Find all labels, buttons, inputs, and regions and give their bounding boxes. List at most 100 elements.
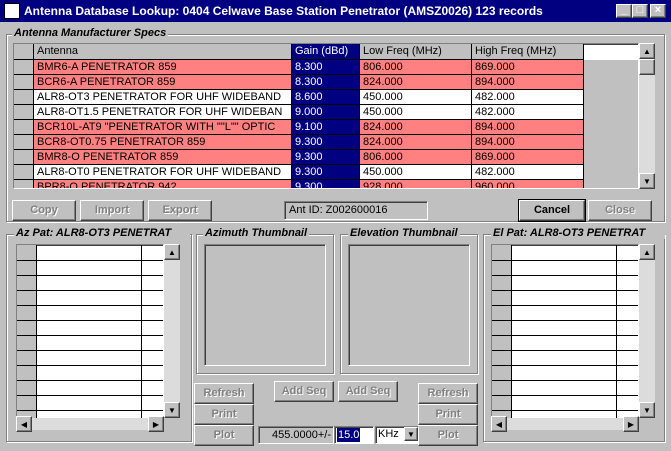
title-bar[interactable]: Antenna Database Lookup: 0404 Celwave Ba… bbox=[0, 0, 671, 22]
cell-antenna[interactable]: BCR6-A PENETRATOR 859 bbox=[34, 75, 292, 90]
refresh-left-button[interactable]: Refresh bbox=[194, 383, 254, 404]
row-selector[interactable] bbox=[14, 180, 34, 188]
cell-low[interactable]: 806.000 bbox=[360, 150, 472, 165]
cell-gain[interactable]: 9.000 bbox=[292, 105, 360, 120]
table-row[interactable]: BMR8-O PENETRATOR 859 9.300 806.000 869.000 bbox=[14, 150, 638, 165]
export-button[interactable]: Export bbox=[148, 200, 212, 221]
cell-antenna[interactable]: BCR10L-AT9 "PENETRATOR WITH ""L"" OPTIC bbox=[34, 120, 292, 135]
list-row-divider bbox=[492, 410, 638, 411]
cell-gain[interactable]: 9.300 bbox=[292, 135, 360, 150]
cancel-button[interactable]: Cancel bbox=[518, 199, 586, 222]
cell-high[interactable]: 869.000 bbox=[472, 150, 584, 165]
row-selector[interactable] bbox=[14, 105, 34, 120]
cell-gain[interactable]: 9.100 bbox=[292, 120, 360, 135]
refresh-right-button[interactable]: Refresh bbox=[418, 383, 478, 404]
cell-antenna[interactable]: BPR8-O PENETRATOR 942 bbox=[34, 180, 292, 188]
row-selector[interactable] bbox=[14, 135, 34, 150]
table-row[interactable]: BCR8-OT0.75 PENETRATOR 859 9.300 824.000 89… bbox=[14, 135, 638, 150]
table-row[interactable]: ALR8-OT3 PENETRATOR FOR UHF WIDEBAND 8.60… bbox=[14, 90, 638, 105]
table-row[interactable]: BPR8-O PENETRATOR 942 9.300 928.000 960.000 bbox=[14, 180, 638, 188]
az-scroll-down-icon[interactable]: ▼ bbox=[164, 402, 180, 418]
cell-antenna[interactable]: ALR8-OT3 PENETRATOR FOR UHF WIDEBAND bbox=[34, 90, 292, 105]
el-pat-table[interactable] bbox=[491, 244, 639, 430]
app-icon[interactable] bbox=[4, 3, 20, 19]
row-selector[interactable] bbox=[14, 60, 34, 75]
list-row-divider bbox=[17, 275, 163, 276]
add-seq-azimuth-button[interactable]: Add Seq bbox=[274, 381, 334, 402]
el-scroll-up-icon[interactable]: ▲ bbox=[639, 244, 655, 260]
scroll-up-icon[interactable]: ▲ bbox=[639, 43, 655, 59]
el-pat-hscrollbar[interactable]: ◀ ▶ bbox=[491, 416, 639, 432]
cell-gain[interactable]: 8.300 bbox=[292, 75, 360, 90]
row-selector[interactable] bbox=[14, 120, 34, 135]
row-selector[interactable] bbox=[14, 150, 34, 165]
cell-gain[interactable]: 9.300 bbox=[292, 180, 360, 188]
el-scroll-left-icon[interactable]: ◀ bbox=[491, 416, 507, 432]
table-row[interactable]: BCR10L-AT9 "PENETRATOR WITH ""L"" OPTIC 9… bbox=[14, 120, 638, 135]
az-scroll-left-icon[interactable]: ◀ bbox=[16, 416, 32, 432]
scroll-thumb[interactable] bbox=[639, 59, 655, 75]
cell-high[interactable]: 960.000 bbox=[472, 180, 584, 188]
antenna-specs-grid[interactable]: Antenna Gain (dBd) Low Freq (MHz) High F… bbox=[13, 43, 639, 189]
cell-low[interactable]: 928.000 bbox=[360, 180, 472, 188]
cell-antenna[interactable]: ALR8-OT0 PENETRATOR FOR UHF WIDEBAND bbox=[34, 165, 292, 180]
cell-antenna[interactable]: BMR6-A PENETRATOR 859 bbox=[34, 60, 292, 75]
cell-high[interactable]: 894.000 bbox=[472, 120, 584, 135]
row-selector[interactable] bbox=[14, 90, 34, 105]
az-pat-hscrollbar[interactable]: ◀ ▶ bbox=[16, 416, 164, 432]
scroll-down-icon[interactable]: ▼ bbox=[639, 173, 655, 189]
cell-gain[interactable]: 9.300 bbox=[292, 150, 360, 165]
el-scroll-right-icon[interactable]: ▶ bbox=[623, 416, 639, 432]
az-pat-scrollbar[interactable]: ▲ ▼ bbox=[164, 244, 180, 418]
row-selector[interactable] bbox=[14, 75, 34, 90]
print-left-button[interactable]: Print bbox=[194, 404, 254, 425]
cell-high[interactable]: 482.000 bbox=[472, 165, 584, 180]
cell-high[interactable]: 869.000 bbox=[472, 60, 584, 75]
plot-left-button[interactable]: Plot bbox=[194, 425, 254, 446]
table-row[interactable]: BMR6-A PENETRATOR 859 8.300 806.000 869.000 bbox=[14, 60, 638, 75]
row-selector[interactable] bbox=[14, 165, 34, 180]
cell-low[interactable]: 824.000 bbox=[360, 135, 472, 150]
cell-high[interactable]: 894.000 bbox=[472, 135, 584, 150]
column-header-antenna[interactable]: Antenna bbox=[34, 44, 292, 60]
cell-high[interactable]: 482.000 bbox=[472, 105, 584, 120]
az-pat-table[interactable] bbox=[16, 244, 164, 430]
table-row[interactable]: ALR8-OT1.5 PENETRATOR FOR UHF WIDEBAN 9.0… bbox=[14, 105, 638, 120]
cell-high[interactable]: 894.000 bbox=[472, 75, 584, 90]
import-button[interactable]: Import bbox=[80, 200, 144, 221]
cell-antenna[interactable]: BCR8-OT0.75 PENETRATOR 859 bbox=[34, 135, 292, 150]
el-scroll-down-icon[interactable]: ▼ bbox=[639, 402, 655, 418]
cell-antenna[interactable]: BMR8-O PENETRATOR 859 bbox=[34, 150, 292, 165]
chevron-down-icon[interactable]: ▼ bbox=[404, 427, 418, 441]
cell-low[interactable]: 806.000 bbox=[360, 60, 472, 75]
cell-low[interactable]: 450.000 bbox=[360, 105, 472, 120]
cell-gain[interactable]: 8.600 bbox=[292, 90, 360, 105]
bandwidth-input[interactable]: 15.0 bbox=[334, 426, 374, 444]
plot-right-button[interactable]: Plot bbox=[418, 425, 478, 446]
minimize-button[interactable]: _ bbox=[616, 4, 632, 18]
cell-gain[interactable]: 9.300 bbox=[292, 165, 360, 180]
cell-antenna[interactable]: ALR8-OT1.5 PENETRATOR FOR UHF WIDEBAN bbox=[34, 105, 292, 120]
grid-vertical-scrollbar[interactable]: ▲ ▼ bbox=[639, 43, 655, 189]
print-right-button[interactable]: Print bbox=[418, 404, 478, 425]
el-pat-scrollbar[interactable]: ▲ ▼ bbox=[639, 244, 655, 418]
az-scroll-up-icon[interactable]: ▲ bbox=[164, 244, 180, 260]
cell-high[interactable]: 482.000 bbox=[472, 90, 584, 105]
add-seq-elevation-button[interactable]: Add Seq bbox=[338, 381, 398, 402]
cell-gain[interactable]: 8.300 bbox=[292, 60, 360, 75]
close-button[interactable]: Close bbox=[588, 200, 652, 221]
cell-low[interactable]: 450.000 bbox=[360, 90, 472, 105]
copy-button[interactable]: Copy bbox=[12, 200, 76, 221]
maximize-button[interactable]: □ bbox=[632, 4, 648, 18]
column-header-high-freq[interactable]: High Freq (MHz) bbox=[472, 44, 584, 60]
column-header-gain[interactable]: Gain (dBd) bbox=[292, 44, 360, 60]
table-row[interactable]: ALR8-OT0 PENETRATOR FOR UHF WIDEBAND 9.30… bbox=[14, 165, 638, 180]
table-row[interactable]: BCR6-A PENETRATOR 859 8.300 824.000 894.000 bbox=[14, 75, 638, 90]
column-header-low-freq[interactable]: Low Freq (MHz) bbox=[360, 44, 472, 60]
unit-select[interactable]: KHz ▼ bbox=[375, 426, 419, 444]
close-window-button[interactable]: × bbox=[650, 4, 666, 18]
cell-low[interactable]: 450.000 bbox=[360, 165, 472, 180]
cell-low[interactable]: 824.000 bbox=[360, 75, 472, 90]
cell-low[interactable]: 824.000 bbox=[360, 120, 472, 135]
az-scroll-right-icon[interactable]: ▶ bbox=[148, 416, 164, 432]
